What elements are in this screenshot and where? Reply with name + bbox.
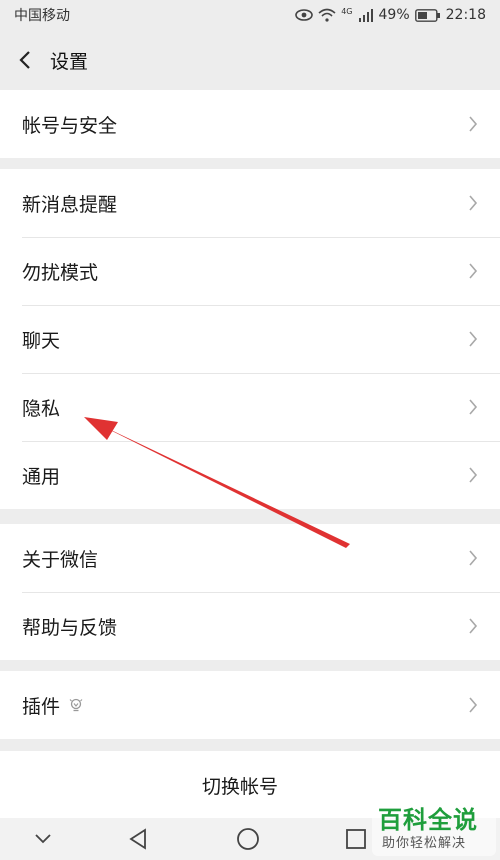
carrier-name: 中国移动 <box>14 8 70 24</box>
row-label: 隐私 <box>22 397 61 420</box>
chevron-right-icon <box>469 618 478 634</box>
triangle-back-icon <box>129 828 146 850</box>
chevron-right-icon <box>469 116 478 132</box>
watermark-subtitle: 助你轻松解决 <box>382 836 467 851</box>
row-about-wechat[interactable]: 关于微信 <box>0 524 500 592</box>
status-bar: 中国移动 4G 49% 22:18 <box>0 0 500 30</box>
wifi-icon <box>318 8 336 22</box>
nav-bar: 设置 <box>0 30 500 90</box>
row-label: 通用 <box>22 465 61 488</box>
nav-back-button[interactable] <box>108 818 168 860</box>
settings-group-plugins: 插件 <box>0 671 500 739</box>
nav-home-button[interactable] <box>218 818 278 860</box>
switch-account-label: 切换帐号 <box>201 775 278 798</box>
chevron-down-icon <box>35 834 51 844</box>
eye-icon <box>295 9 314 21</box>
row-label: 关于微信 <box>22 548 99 571</box>
chevron-right-icon <box>469 697 478 713</box>
row-help-feedback[interactable]: 帮助与反馈 <box>0 592 500 660</box>
square-recents-icon <box>346 829 366 849</box>
row-plugins[interactable]: 插件 <box>0 671 500 739</box>
watermark-logo: 百科全说 助你轻松解决 <box>372 800 496 856</box>
row-label: 聊天 <box>22 329 61 352</box>
chevron-right-icon <box>469 331 478 347</box>
nav-hide-button[interactable] <box>13 818 73 860</box>
row-do-not-disturb[interactable]: 勿扰模式 <box>0 237 500 305</box>
chevron-right-icon <box>469 399 478 415</box>
settings-group-about: 关于微信 帮助与反馈 <box>0 524 500 660</box>
row-label: 勿扰模式 <box>22 261 99 284</box>
chevron-right-icon <box>469 195 478 211</box>
plugin-bulb-icon <box>69 698 83 712</box>
row-new-message-alert[interactable]: 新消息提醒 <box>0 169 500 237</box>
battery-icon <box>414 8 440 22</box>
settings-group-account: 帐号与安全 <box>0 90 500 158</box>
row-label: 帮助与反馈 <box>22 616 118 639</box>
row-chat[interactable]: 聊天 <box>0 305 500 373</box>
row-label: 帐号与安全 <box>22 114 118 137</box>
signal-icon <box>358 9 373 22</box>
chevron-right-icon <box>469 263 478 279</box>
row-privacy[interactable]: 隐私 <box>0 373 500 441</box>
battery-percent: 49% <box>378 7 410 23</box>
network-type: 4G <box>341 7 353 16</box>
settings-group-general: 新消息提醒 勿扰模式 聊天 隐私 通用 <box>0 169 500 509</box>
row-label: 新消息提醒 <box>22 193 118 216</box>
chevron-right-icon <box>469 550 478 566</box>
watermark-title: 百科全说 <box>378 806 478 834</box>
back-arrow-icon <box>19 51 30 69</box>
row-general[interactable]: 通用 <box>0 441 500 509</box>
chevron-right-icon <box>469 467 478 483</box>
clock: 22:18 <box>445 7 486 23</box>
row-label: 插件 <box>22 695 61 718</box>
back-button[interactable] <box>0 30 50 90</box>
row-account-security[interactable]: 帐号与安全 <box>0 90 500 158</box>
circle-home-icon <box>237 828 259 850</box>
page-title: 设置 <box>50 50 89 73</box>
status-icons: 4G 49% 22:18 <box>295 7 486 23</box>
